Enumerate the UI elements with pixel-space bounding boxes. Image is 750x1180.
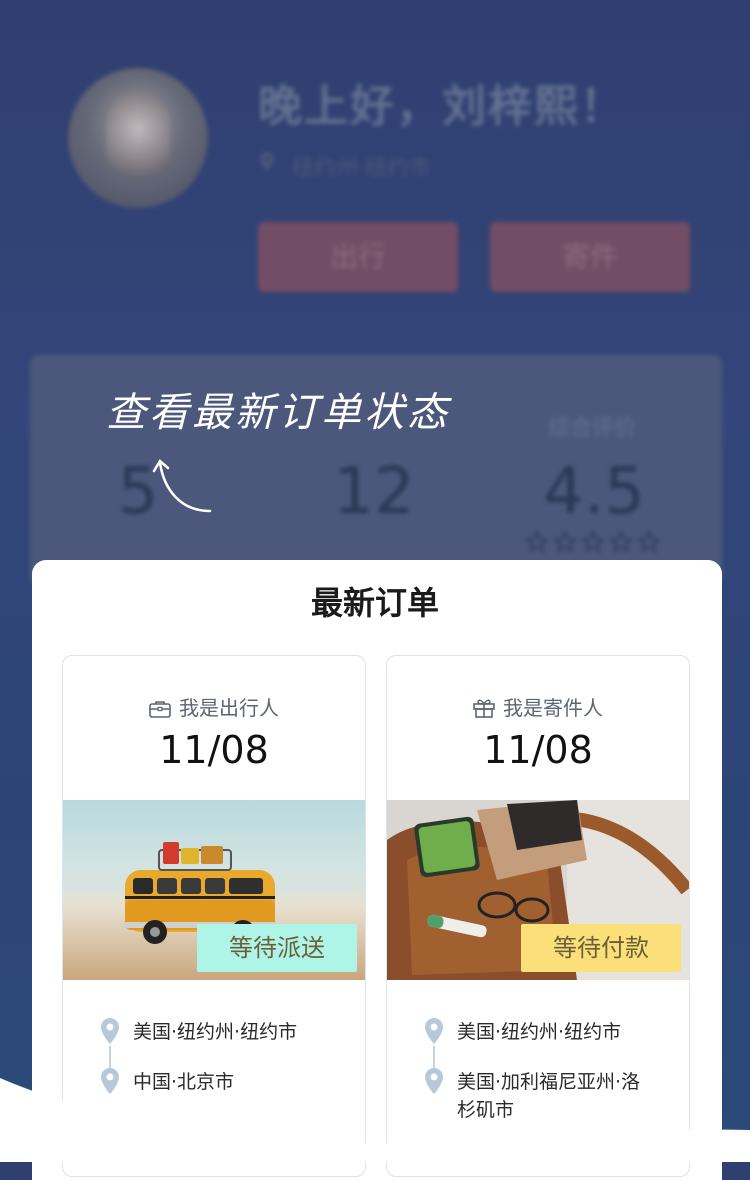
gift-icon <box>473 699 495 718</box>
order-date: 11/08 <box>159 728 269 772</box>
route-from: 美国·纽约州·纽约市 <box>425 1018 665 1068</box>
stat-value-rating: 4.5 <box>543 455 645 529</box>
stat-label-rating: 综合评价 <box>547 416 636 441</box>
order-status-badge: 等待付款 <box>521 924 681 972</box>
order-date: 11/08 <box>483 728 593 772</box>
route-from-label: 美国·纽约州·纽约市 <box>457 1021 622 1043</box>
avatar <box>68 68 208 208</box>
location-pin-icon <box>425 1018 443 1044</box>
order-role-label: 我是寄件人 <box>503 696 603 720</box>
greeting-text: 晚上好，刘梓熙！ <box>258 81 626 132</box>
order-role-label: 我是出行人 <box>179 696 279 720</box>
order-role: 我是寄件人 <box>387 692 689 721</box>
bus-photo: 等待派送 <box>63 800 365 980</box>
order-status-badge: 等待派送 <box>197 924 357 972</box>
route-connector <box>433 1046 435 1068</box>
rating-stars-icon <box>524 530 662 553</box>
route-from-label: 美国·纽约州·纽约市 <box>133 1021 298 1043</box>
location-pin-icon <box>260 152 274 170</box>
send-button[interactable]: 寄件 <box>490 222 690 292</box>
briefcase-icon <box>149 701 171 718</box>
location-text: 纽约州·纽约市 <box>292 156 431 181</box>
route-connector <box>109 1046 111 1068</box>
latest-orders-title: 最新订单 <box>310 584 439 622</box>
bag-photo: 等待付款 <box>387 800 689 980</box>
hint-arrow-icon <box>152 459 212 513</box>
travel-button[interactable]: 出行 <box>258 222 458 292</box>
location-pin-icon <box>101 1018 119 1044</box>
order-role: 我是出行人 <box>63 692 365 721</box>
bottom-wave <box>0 1078 750 1162</box>
stat-value-2: 12 <box>333 455 415 529</box>
route-from: 美国·纽约州·纽约市 <box>101 1018 341 1068</box>
hint-text: 查看最新订单状态 <box>106 390 450 436</box>
